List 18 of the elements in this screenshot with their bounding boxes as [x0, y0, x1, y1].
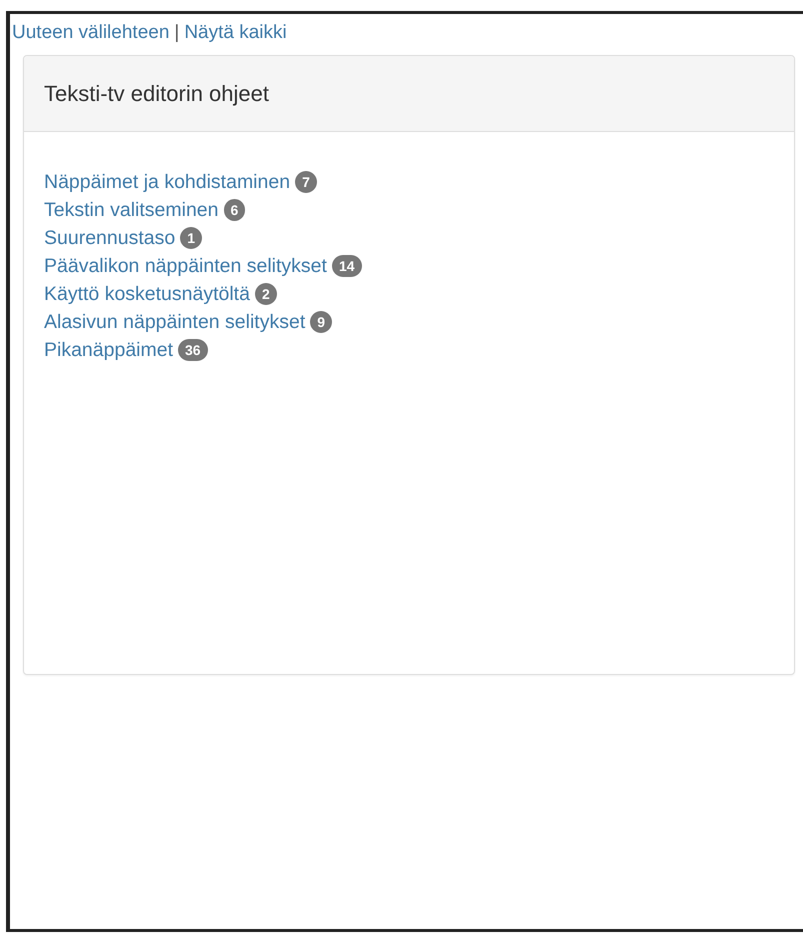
separator: |: [174, 21, 180, 45]
top-link[interactable]: Uuteen välilehteen: [12, 20, 170, 46]
count-badge: 6: [224, 199, 246, 221]
count-badge: 36: [178, 339, 208, 361]
help-link[interactable]: Suurennustaso: [44, 226, 176, 250]
count-badge: 7: [295, 171, 317, 193]
count-badge: 1: [180, 227, 202, 249]
count-badge: 9: [310, 311, 332, 333]
count-badge: 2: [254, 283, 277, 305]
help-link[interactable]: Tekstin valitseminen: [44, 198, 218, 222]
help-link[interactable]: Käyttö kosketusnäytöltä: [44, 282, 250, 306]
panel-title: Teksti-tv editorin ohjeet: [44, 80, 269, 106]
count-badge: 14: [332, 255, 362, 277]
help-link[interactable]: Päävalikon näppäinten selitykset: [44, 254, 327, 278]
top-link[interactable]: Näytä kaikki: [184, 20, 287, 46]
help-link[interactable]: Näppäimet ja kohdistaminen: [44, 170, 290, 194]
help-link[interactable]: Alasivun näppäinten selitykset: [44, 310, 306, 334]
help-link[interactable]: Pikanäppäimet: [44, 338, 173, 362]
